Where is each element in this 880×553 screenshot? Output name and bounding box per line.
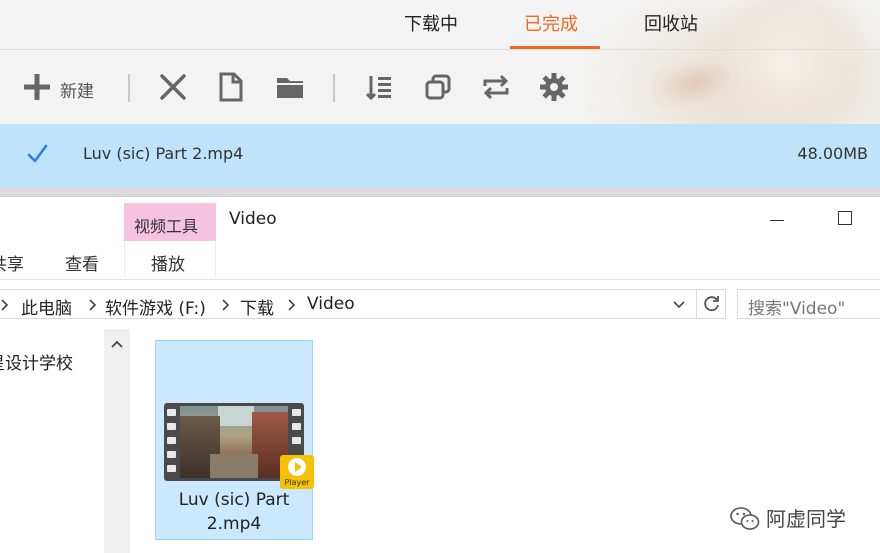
active-tab-indicator — [510, 46, 600, 49]
toolbar-separator — [128, 74, 130, 102]
chevron-right-icon — [1, 299, 9, 311]
download-tabs: 下载中 已完成 回收站 — [0, 0, 880, 50]
folder-icon[interactable] — [273, 70, 307, 104]
nav-scrollbar[interactable] — [104, 329, 130, 553]
download-row[interactable]: Luv (sic) Part 2.mp4 48.00MB — [0, 124, 880, 187]
file-icon[interactable] — [214, 70, 248, 104]
ribbon-tab-share[interactable]: 共享 — [0, 250, 24, 275]
plus-icon[interactable] — [20, 70, 54, 104]
toolbar-separator — [333, 74, 335, 102]
chevron-up-icon[interactable] — [110, 339, 124, 349]
minimize-button[interactable] — [770, 220, 784, 221]
ribbon-tab-play[interactable]: 播放 — [151, 250, 185, 275]
copy-icon[interactable] — [421, 70, 455, 104]
breadcrumb-video[interactable]: Video — [307, 294, 355, 314]
player-badge-label: Player — [284, 478, 310, 487]
breadcrumb-drive[interactable]: 软件游戏 (F:) — [105, 294, 206, 319]
refresh-icon[interactable] — [696, 289, 726, 319]
file-name-line2: 2.mp4 — [206, 514, 262, 534]
window-title: Video — [229, 209, 277, 229]
tab-completed[interactable]: 已完成 — [524, 10, 578, 36]
download-list-footer — [0, 187, 880, 196]
breadcrumb-this-pc[interactable]: 此电脑 — [21, 294, 72, 319]
ribbon-tab-view[interactable]: 查看 — [65, 250, 99, 275]
chevron-right-icon[interactable] — [221, 298, 231, 312]
search-input[interactable]: 搜索"Video" — [737, 289, 880, 319]
player-icon: Player — [280, 455, 314, 489]
list-icon[interactable] — [362, 70, 396, 104]
check-icon — [27, 144, 48, 163]
tab-recycle-bin[interactable]: 回收站 — [644, 10, 698, 36]
download-file-size: 48.00MB — [797, 144, 868, 163]
gear-icon[interactable] — [537, 70, 571, 104]
breadcrumb-downloads[interactable]: 下载 — [240, 294, 274, 319]
chevron-down-icon[interactable] — [672, 298, 686, 312]
video-thumbnail: Player — [164, 403, 314, 489]
nav-item[interactable]: 星设计学校 — [0, 349, 73, 374]
search-placeholder: 搜索"Video" — [748, 299, 846, 319]
close-icon[interactable] — [156, 70, 190, 104]
file-name: Luv (sic) Part 2.mp4 — [156, 488, 312, 536]
contextual-tab-video-tools[interactable]: 视频工具 — [124, 203, 216, 241]
download-file-name: Luv (sic) Part 2.mp4 — [83, 144, 244, 163]
navigation-pane: 星设计学校 — [0, 329, 104, 553]
watermark-text: 阿虚同学 — [766, 507, 846, 531]
tab-downloading[interactable]: 下载中 — [404, 10, 458, 36]
toolbar: 新建 — [0, 50, 880, 124]
maximize-button[interactable] — [838, 211, 852, 225]
file-item[interactable]: Player Luv (sic) Part 2.mp4 — [155, 340, 314, 540]
new-button[interactable]: 新建 — [60, 77, 94, 102]
wechat-icon — [730, 507, 760, 530]
chevron-right-icon[interactable] — [287, 298, 297, 312]
repeat-icon[interactable] — [479, 70, 513, 104]
download-manager: 下载中 已完成 回收站 新建 Luv (sic) Part 2.mp4 48.0… — [0, 0, 880, 196]
chevron-right-icon[interactable] — [88, 298, 98, 312]
watermark: 阿虚同学 — [730, 500, 870, 534]
contextual-tab-label: 视频工具 — [134, 217, 199, 236]
address-bar[interactable]: 此电脑 软件游戏 (F:) 下载 Video — [0, 289, 726, 319]
file-name-line1: Luv (sic) Part — [178, 490, 290, 510]
ribbon-divider — [0, 279, 880, 280]
